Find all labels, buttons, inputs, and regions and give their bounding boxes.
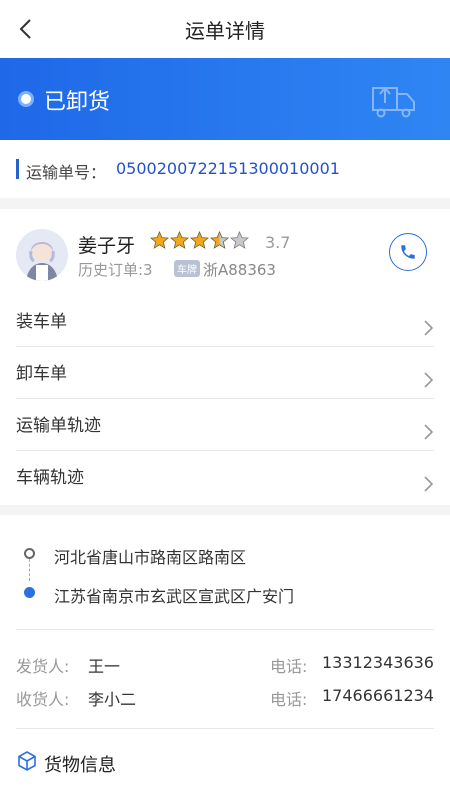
divider	[16, 728, 434, 729]
menu-item-unloading-list[interactable]: 卸车单	[16, 347, 434, 399]
plate-tag: 车牌	[174, 260, 200, 277]
driver-rating: 3.7	[265, 233, 291, 252]
route-connector	[29, 559, 30, 581]
star-full-icon	[170, 231, 189, 249]
waybill-accent-bar	[16, 159, 19, 179]
status-text: 已卸货	[44, 90, 111, 115]
receiver-phone-label: 电话:	[270, 690, 308, 709]
call-driver-button[interactable]	[389, 233, 427, 271]
chevron-right-icon	[424, 320, 434, 336]
chevron-right-icon	[424, 476, 434, 492]
menu-item-waybill-track[interactable]: 运输单轨迹	[16, 399, 434, 451]
menu-item-label: 卸车单	[16, 364, 67, 384]
plate-number: 浙A88363	[203, 261, 276, 279]
status-banner: 已卸货	[0, 58, 450, 140]
divider	[16, 629, 434, 630]
receiver-phone[interactable]: 17466661234	[322, 686, 434, 705]
star-half-icon	[210, 231, 229, 249]
star-rating	[150, 231, 249, 250]
waybill-row: 运输单号： 0500200722151300010001	[0, 140, 450, 198]
shipper-phone-label: 电话:	[270, 657, 308, 676]
receiver-name: 李小二	[88, 690, 137, 709]
star-full-icon	[190, 231, 209, 249]
menu-item-label: 装车单	[16, 312, 67, 332]
destination-address: 江苏省南京市玄武区宣武区广安门	[54, 587, 295, 606]
menu-item-vehicle-track[interactable]: 车辆轨迹	[16, 451, 434, 503]
waybill-number: 0500200722151300010001	[116, 159, 340, 178]
goods-section-title: 货物信息	[44, 755, 116, 776]
page-title: 运单详情	[185, 18, 265, 43]
waybill-label: 运输单号：	[26, 163, 107, 182]
destination-dot-icon	[24, 587, 35, 598]
star-full-icon	[150, 231, 169, 249]
history-orders: 历史订单:3	[78, 261, 153, 279]
shipper-name: 王一	[88, 657, 121, 676]
origin-address: 河北省唐山市路南区路南区	[54, 548, 247, 567]
driver-name: 姜子牙	[78, 235, 136, 257]
cube-icon	[18, 751, 36, 771]
menu-item-label: 运输单轨迹	[16, 416, 101, 436]
status-dot-icon	[18, 91, 34, 107]
chevron-right-icon	[424, 424, 434, 440]
driver-card: 姜子牙 3.7 历史订单:3 车牌 浙A88363 装车单 卸车单 运输单轨迹 …	[0, 209, 450, 505]
origin-dot-icon	[24, 548, 35, 559]
nav-bar: 运单详情	[0, 0, 450, 58]
phone-icon	[401, 245, 415, 259]
shipper-phone[interactable]: 13312343636	[322, 653, 434, 672]
avatar	[16, 229, 68, 281]
chevron-right-icon	[424, 372, 434, 388]
menu-item-label: 车辆轨迹	[16, 468, 84, 488]
back-arrow-icon[interactable]	[14, 16, 40, 42]
truck-unload-icon	[372, 86, 415, 118]
menu-item-loading-list[interactable]: 装车单	[16, 295, 434, 347]
shipper-label: 发货人:	[16, 657, 70, 676]
star-empty-icon	[230, 231, 249, 249]
receiver-label: 收货人:	[16, 690, 70, 709]
driver-avatar-icon	[16, 229, 68, 281]
